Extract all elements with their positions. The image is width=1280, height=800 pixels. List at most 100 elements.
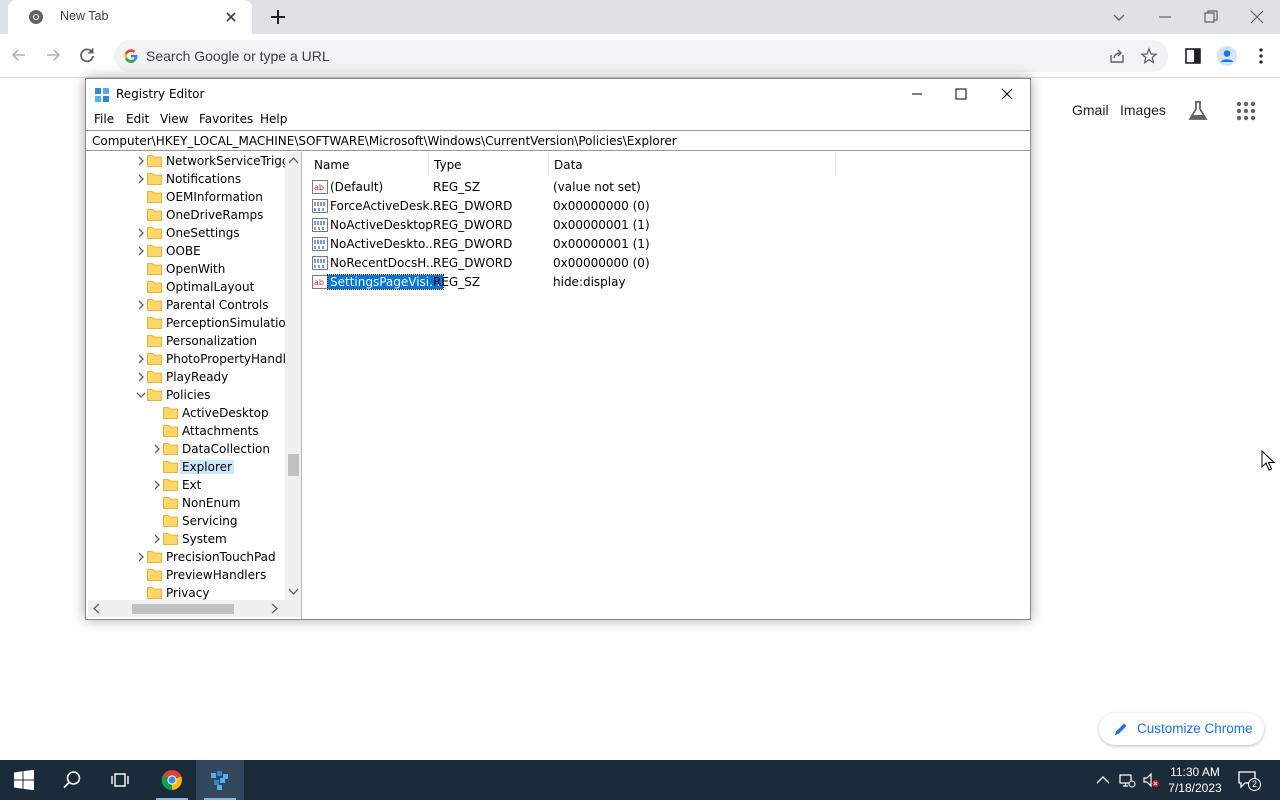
tree-horizontal-scrollbar[interactable] [88, 600, 301, 617]
folder-icon [147, 209, 162, 221]
tree-item-label: Notifications [166, 172, 242, 186]
reload-icon[interactable] [76, 44, 98, 66]
expand-arrow-icon[interactable] [135, 227, 147, 239]
folder-icon [147, 263, 162, 275]
tree-item-label: PrecisionTouchPad [166, 550, 276, 564]
start-button[interactable] [0, 760, 48, 800]
registry-editor-titlebar[interactable]: Registry Editor [86, 79, 1030, 109]
tree-horizontal-scroll-thumb[interactable] [132, 604, 234, 614]
bookmark-star-icon[interactable] [1140, 47, 1158, 65]
tree-item-label: Parental Controls [166, 298, 269, 312]
tab-new-tab[interactable]: New Tab [8, 0, 252, 34]
taskbar-search-button[interactable] [48, 760, 96, 800]
scroll-left-icon[interactable] [92, 603, 100, 614]
menu-favorites[interactable]: Favorites [199, 112, 253, 126]
chrome-icon [161, 770, 182, 791]
menu-edit[interactable]: Edit [126, 112, 149, 126]
tree-vertical-scroll-thumb[interactable] [288, 454, 299, 476]
menu-file[interactable]: File [94, 112, 114, 126]
profile-avatar-icon[interactable] [1216, 45, 1238, 67]
expand-arrow-icon[interactable] [135, 299, 147, 311]
regedit-close-icon[interactable] [994, 83, 1020, 105]
regedit-address-bar[interactable]: Computer\HKEY_LOCAL_MACHINE\SOFTWARE\Mic… [86, 130, 1030, 151]
tree-item-label: Personalization [166, 334, 257, 348]
registry-value-row[interactable]: ForceActiveDesk... REG_DWORD 0x00000000 (0… [306, 197, 1030, 216]
chrome-menu-icon[interactable] [1250, 45, 1272, 67]
taskbar-chrome-button[interactable] [148, 760, 196, 800]
registry-value-row[interactable]: ab SettingsPageVisi... REG_SZ hide:display [306, 273, 1030, 292]
expand-arrow-icon[interactable] [135, 173, 147, 185]
volume-muted-icon[interactable] [1142, 771, 1160, 789]
column-divider[interactable] [548, 154, 549, 176]
scroll-up-icon[interactable] [288, 156, 299, 164]
close-window-icon[interactable] [1246, 6, 1268, 28]
tree-item-label: OpenWith [166, 262, 226, 276]
binary-value-icon [312, 237, 328, 251]
expand-arrow-icon[interactable] [135, 353, 147, 365]
collapse-arrow-icon[interactable] [135, 389, 147, 401]
folder-icon [163, 515, 178, 527]
column-header-type[interactable]: Type [434, 158, 462, 172]
expand-arrow-icon[interactable] [135, 155, 147, 167]
registry-value-row[interactable]: ab (Default) REG_SZ (value not set) [306, 178, 1030, 197]
expand-arrow-icon[interactable] [151, 533, 163, 545]
customize-chrome-button[interactable]: Customize Chrome [1099, 713, 1264, 745]
tree-item-label: DataCollection [182, 442, 271, 456]
column-divider[interactable] [835, 154, 836, 176]
string-value-icon: ab [312, 275, 328, 289]
images-link[interactable]: Images [1120, 102, 1166, 118]
restore-icon[interactable] [1200, 6, 1222, 28]
expand-arrow-icon[interactable] [135, 551, 147, 563]
expand-arrow-icon[interactable] [151, 443, 163, 455]
task-view-icon [111, 773, 129, 787]
column-divider[interactable] [428, 154, 429, 176]
registry-value-row[interactable]: NoActiveDesktop REG_DWORD 0x00000001 (1) [306, 216, 1030, 235]
network-icon[interactable] [1118, 771, 1136, 789]
registry-value-row[interactable]: NoRecentDocsH... REG_DWORD 0x00000000 (0) [306, 254, 1030, 273]
menu-view[interactable]: View [160, 112, 188, 126]
tree-vertical-scrollbar[interactable] [285, 152, 301, 600]
folder-icon [163, 407, 178, 419]
tab-title: New Tab [60, 9, 109, 23]
search-icon [63, 771, 81, 789]
column-header-name[interactable]: Name [314, 158, 349, 172]
value-type: REG_SZ [433, 275, 481, 289]
expand-arrow-icon[interactable] [135, 371, 147, 383]
registry-value-row[interactable]: NoActiveDeskto... REG_DWORD 0x00000001 (1) [306, 235, 1030, 254]
show-hidden-icons-icon[interactable] [1094, 771, 1112, 789]
tree-item-label: OneSettings [166, 226, 240, 240]
back-icon[interactable] [8, 44, 30, 66]
gmail-link[interactable]: Gmail [1072, 102, 1109, 118]
minimize-icon[interactable] [1154, 6, 1176, 28]
menu-help[interactable]: Help [260, 112, 287, 126]
tree-item-label: Ext [182, 478, 202, 492]
taskbar-clock[interactable]: 11:30 AM 7/18/2023 [1160, 764, 1230, 796]
scroll-right-icon[interactable] [271, 603, 279, 614]
google-apps-icon[interactable] [1234, 99, 1258, 123]
expand-arrow-icon[interactable] [135, 245, 147, 257]
forward-icon[interactable] [42, 44, 64, 66]
column-header-data[interactable]: Data [554, 158, 583, 172]
close-tab-icon[interactable] [222, 8, 240, 26]
regedit-minimize-icon[interactable] [904, 83, 930, 105]
tab-search-icon[interactable] [1108, 6, 1130, 28]
address-bar[interactable]: Search Google or type a URL [114, 40, 1168, 72]
expand-arrow-icon[interactable] [151, 479, 163, 491]
labs-flask-icon[interactable] [1186, 99, 1210, 123]
folder-icon [147, 173, 162, 185]
share-icon[interactable] [1108, 47, 1126, 65]
folder-icon [147, 191, 162, 203]
scroll-down-icon[interactable] [288, 588, 299, 596]
task-view-button[interactable] [96, 760, 144, 800]
tree-item-label: Servicing [182, 514, 238, 528]
new-tab-button[interactable] [266, 6, 290, 28]
regedit-maximize-icon[interactable] [948, 83, 974, 105]
string-value-icon: ab [312, 180, 328, 194]
side-panel-icon[interactable] [1182, 45, 1204, 67]
registry-tree: NetworkServiceTrigge Notifications OEMInfo… [88, 152, 302, 619]
taskbar-regedit-button[interactable] [196, 760, 244, 800]
action-center-button[interactable]: 2 [1236, 768, 1261, 792]
value-type: REG_DWORD [433, 199, 513, 213]
tree-item-label: NetworkServiceTrigge [166, 154, 297, 168]
value-data: (value not set) [553, 180, 641, 194]
